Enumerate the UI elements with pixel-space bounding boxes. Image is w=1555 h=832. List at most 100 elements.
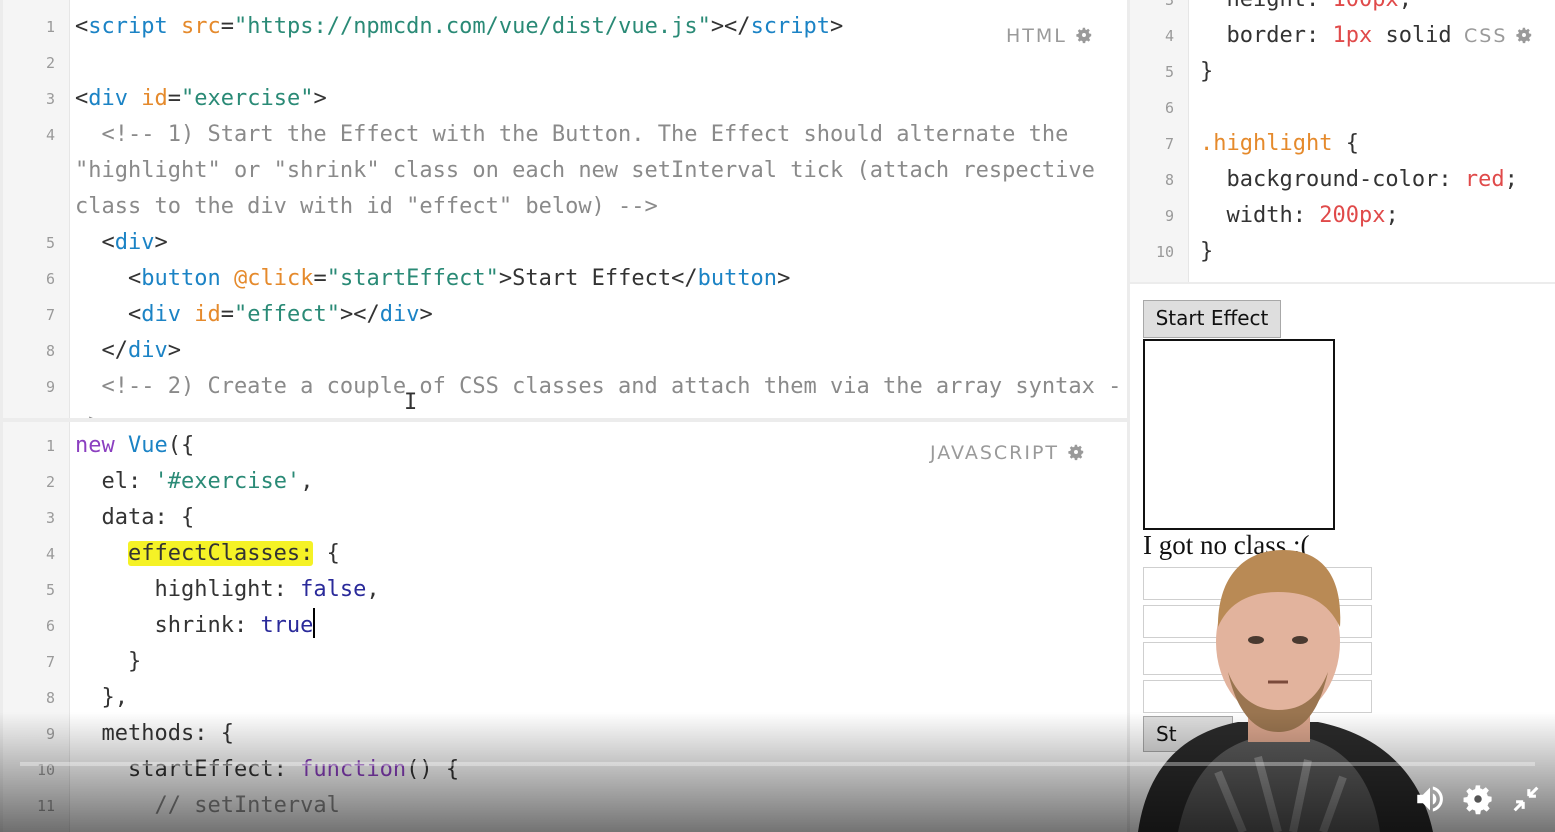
code-token: data: { — [75, 505, 195, 530]
code-token: "https://npmcdn.com/vue/dist/vue.js" — [233, 14, 711, 39]
code-line[interactable]: 5 highlight: false, — [3, 572, 1127, 608]
exit-fullscreen-icon[interactable] — [1509, 782, 1543, 816]
code-line[interactable]: 6 — [1130, 90, 1555, 126]
line-number: 4 — [45, 545, 55, 563]
gear-icon[interactable] — [1067, 443, 1085, 461]
code-text[interactable]: <div id="effect"></div> — [75, 297, 433, 333]
line-number: 4 — [1164, 27, 1174, 45]
code-line[interactable]: 6 shrink: true — [3, 608, 1127, 644]
code-line[interactable]: 8 background-color: red; — [1130, 162, 1555, 198]
code-line[interactable]: 7 .highlight { — [1130, 126, 1555, 162]
code-line[interactable]: 1 <script src="https://npmcdn.com/vue/dis… — [3, 9, 1127, 45]
code-text[interactable]: </div> — [75, 333, 181, 369]
code-token: src — [180, 14, 221, 39]
code-token: id — [141, 86, 168, 111]
code-text[interactable]: height: 100px; — [1200, 0, 1411, 18]
code-line[interactable]: 6 <button @click="startEffect">Start Eff… — [3, 261, 1127, 297]
code-line[interactable]: 4 <!-- 1) Start the Effect with the Butt… — [3, 117, 1127, 153]
code-text[interactable]: effectClasses: { — [75, 536, 340, 572]
code-token: 100px — [1332, 0, 1398, 12]
code-text[interactable]: <div> — [75, 225, 168, 261]
html-label-text: HTML — [1006, 25, 1067, 47]
css-pane-label[interactable]: CSS — [1464, 25, 1533, 47]
code-text[interactable]: <button @click="startEffect">Start Effec… — [75, 261, 790, 297]
code-text[interactable]: data: { — [75, 500, 194, 536]
code-line[interactable]: 9 <!-- 2) Create a couple of CSS classes… — [3, 369, 1127, 405]
gear-icon[interactable] — [1515, 26, 1533, 44]
code-line[interactable]: 9 width: 200px; — [1130, 198, 1555, 234]
code-line[interactable]: 3 <div id="exercise"> — [3, 81, 1127, 117]
code-line[interactable]: class to the div with id "effect" below)… — [3, 189, 1127, 225]
css-editor-pane[interactable]: 3 height: 100px; 4 border: 1px solid 5} 6 7… — [1130, 0, 1555, 282]
settings-gear-icon[interactable] — [1461, 782, 1495, 816]
line-number: 3 — [1164, 0, 1174, 9]
volume-icon[interactable] — [1413, 782, 1447, 816]
code-line[interactable]: 7 <div id="effect"></div> — [3, 297, 1127, 333]
code-line[interactable]: 3 height: 100px; — [1130, 0, 1555, 18]
code-line[interactable]: 3 data: { — [3, 500, 1127, 536]
code-text[interactable]: "highlight" or "shrink" class on each ne… — [75, 153, 1095, 189]
code-text[interactable]: border: 1px solid — [1200, 18, 1465, 54]
html-editor-pane[interactable]: 1 <script src="https://npmcdn.com/vue/dis… — [3, 0, 1127, 418]
line-number: 5 — [45, 581, 55, 599]
code-text[interactable]: <!-- 1) Start the Effect with the Button… — [75, 117, 1068, 153]
code-token: } — [75, 649, 142, 674]
line-number: 2 — [45, 473, 55, 491]
code-text[interactable]: } — [75, 644, 141, 680]
code-line[interactable]: 5} — [1130, 54, 1555, 90]
code-text[interactable]: <!-- 2) Create a couple of CSS classes a… — [75, 369, 1121, 405]
code-text[interactable]: } — [1200, 234, 1213, 270]
line-number: 9 — [45, 378, 55, 396]
code-token: > — [154, 230, 168, 255]
code-token: '#exercise' — [154, 469, 301, 494]
text-cursor-icon: I — [404, 390, 418, 415]
code-text[interactable]: new Vue({ — [75, 428, 194, 464]
code-token: height: — [1200, 0, 1332, 12]
code-token: script — [88, 14, 168, 39]
line-number: 8 — [1164, 171, 1174, 189]
code-line[interactable]: 10} — [1130, 234, 1555, 270]
start-effect-button[interactable]: Start Effect — [1143, 300, 1281, 338]
line-number: 7 — [45, 653, 55, 671]
code-text[interactable]: background-color: red; — [1200, 162, 1517, 198]
code-text[interactable]: shrink: true — [75, 608, 316, 644]
line-number: 5 — [45, 234, 55, 252]
code-token: background-color: — [1200, 167, 1465, 192]
code-text[interactable]: .highlight { — [1200, 126, 1359, 162]
code-token: highlight: — [75, 577, 301, 602]
line-number: 7 — [1164, 135, 1174, 153]
code-token: ></ — [339, 302, 380, 327]
code-line[interactable]: 8 }, — [3, 680, 1127, 716]
line-number: 8 — [45, 342, 55, 360]
code-text[interactable]: }, — [75, 680, 128, 716]
code-text[interactable]: } — [1200, 54, 1213, 90]
code-text[interactable]: highlight: false, — [75, 572, 379, 608]
code-token: "exercise" — [181, 86, 314, 111]
code-text[interactable]: class to the div with id "effect" below)… — [75, 189, 658, 225]
javascript-pane-label[interactable]: JAVASCRIPT — [930, 442, 1085, 464]
code-line[interactable]: -> — [3, 405, 1127, 418]
code-token: , — [300, 469, 314, 494]
code-line[interactable]: "highlight" or "shrink" class on each ne… — [3, 153, 1127, 189]
code-line[interactable]: 2 — [3, 45, 1127, 81]
code-text[interactable]: -> — [75, 405, 102, 418]
html-pane-label[interactable]: HTML — [1006, 25, 1093, 47]
code-line[interactable]: 7 } — [3, 644, 1127, 680]
code-token: > — [313, 86, 327, 111]
code-line[interactable]: 4 effectClasses: { — [3, 536, 1127, 572]
line-number: 3 — [45, 90, 55, 108]
code-text[interactable]: el: '#exercise', — [75, 464, 313, 500]
code-token: < — [75, 230, 115, 255]
gear-icon[interactable] — [1075, 26, 1093, 44]
code-token: el: — [75, 469, 155, 494]
code-text[interactable]: width: 200px; — [1200, 198, 1398, 234]
code-line[interactable]: 8 </div> — [3, 333, 1127, 369]
code-token: div — [127, 338, 168, 363]
code-line[interactable]: 2 el: '#exercise', — [3, 464, 1127, 500]
code-text[interactable]: <script src="https://npmcdn.com/vue/dist… — [75, 9, 843, 45]
seek-bar[interactable] — [20, 762, 1535, 766]
code-text[interactable]: <div id="exercise"> — [75, 81, 327, 117]
code-line[interactable]: 5 <div> — [3, 225, 1127, 261]
